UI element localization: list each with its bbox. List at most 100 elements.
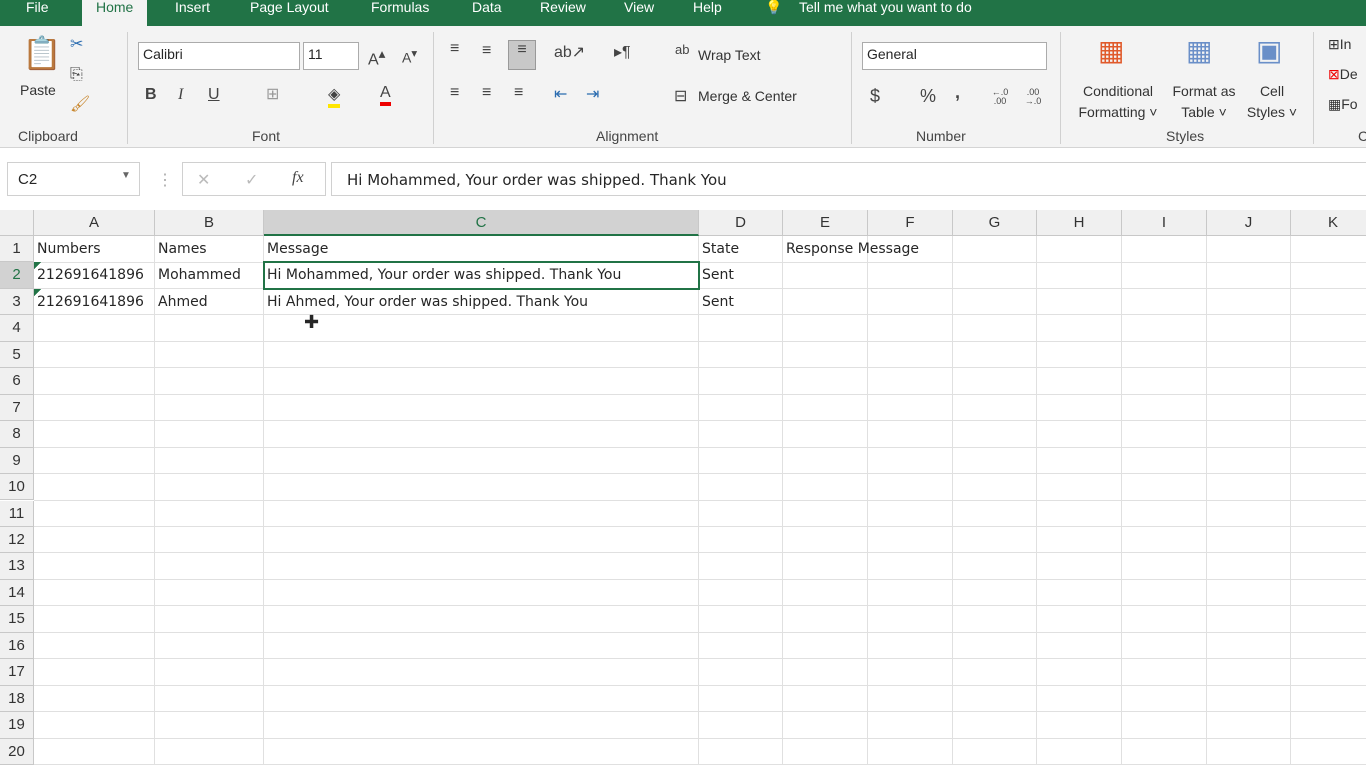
- insert-function-button[interactable]: fx: [292, 169, 304, 187]
- cell-C8[interactable]: [264, 421, 699, 448]
- cell-E10[interactable]: [783, 474, 868, 501]
- cell-C13[interactable]: [264, 553, 699, 580]
- cell-K2[interactable]: [1291, 262, 1366, 289]
- cell-J4[interactable]: [1207, 315, 1291, 342]
- cell-D16[interactable]: [699, 632, 783, 660]
- cell-K6[interactable]: [1291, 368, 1366, 395]
- tab-insert[interactable]: Insert: [175, 0, 210, 26]
- cell-K10[interactable]: [1291, 474, 1366, 501]
- cell-H8[interactable]: [1037, 421, 1122, 448]
- cell-I20[interactable]: [1122, 738, 1207, 766]
- cell-F11[interactable]: [868, 500, 953, 527]
- row-header-15[interactable]: 15: [0, 606, 34, 633]
- cell-B7[interactable]: [155, 394, 264, 422]
- tab-page-layout[interactable]: Page Layout: [250, 0, 329, 26]
- align-left-icon[interactable]: ≡: [450, 84, 459, 102]
- cell-D18[interactable]: [699, 685, 783, 713]
- cell-J3[interactable]: [1207, 288, 1291, 316]
- cell-I11[interactable]: [1122, 500, 1207, 527]
- row-header-20[interactable]: 20: [0, 738, 34, 765]
- cell-G12[interactable]: [953, 526, 1037, 554]
- cell-A20[interactable]: [34, 738, 155, 766]
- decrease-indent-icon[interactable]: ⇤: [554, 84, 567, 104]
- cell-E3[interactable]: [783, 288, 868, 316]
- cell-D2[interactable]: Sent: [699, 262, 783, 289]
- cell-A12[interactable]: [34, 526, 155, 554]
- merge-center-button[interactable]: Merge & Center: [698, 88, 797, 104]
- cell-K20[interactable]: [1291, 739, 1366, 766]
- cell-G20[interactable]: [953, 738, 1037, 766]
- cell-I6[interactable]: [1122, 368, 1207, 395]
- cell-B9[interactable]: [155, 447, 264, 475]
- bold-button[interactable]: B: [145, 86, 157, 104]
- cell-A2[interactable]: 212691641896: [34, 262, 155, 289]
- cell-E4[interactable]: [783, 315, 868, 342]
- cell-A11[interactable]: [34, 500, 155, 527]
- cell-I13[interactable]: [1122, 553, 1207, 580]
- cell-B8[interactable]: [155, 421, 264, 448]
- cell-K17[interactable]: [1291, 659, 1366, 686]
- cell-J15[interactable]: [1207, 606, 1291, 633]
- percent-button[interactable]: %: [920, 86, 936, 107]
- tab-review[interactable]: Review: [540, 0, 586, 26]
- cell-J6[interactable]: [1207, 368, 1291, 395]
- align-center-icon[interactable]: ≡: [482, 84, 491, 102]
- cell-H11[interactable]: [1037, 500, 1122, 527]
- enter-icon[interactable]: ✓: [245, 170, 258, 190]
- cell-C3[interactable]: Hi Ahmed, Your order was shipped. Thank …: [264, 288, 699, 316]
- cell-E8[interactable]: [783, 421, 868, 448]
- orientation-icon[interactable]: ab↗: [554, 42, 585, 62]
- cell-A4[interactable]: [34, 315, 155, 342]
- cell-G6[interactable]: [953, 368, 1037, 395]
- cell-H18[interactable]: [1037, 685, 1122, 713]
- cell-D11[interactable]: [699, 500, 783, 527]
- cell-J7[interactable]: [1207, 394, 1291, 422]
- cell-B12[interactable]: [155, 526, 264, 554]
- column-header-G[interactable]: G: [953, 210, 1037, 236]
- cell-F4[interactable]: [868, 315, 953, 342]
- increase-decimal-button[interactable]: ←.0 .00: [988, 88, 1012, 106]
- column-header-H[interactable]: H: [1037, 210, 1122, 236]
- cell-K7[interactable]: [1291, 395, 1366, 422]
- cell-J2[interactable]: [1207, 262, 1291, 289]
- insert-cells-button[interactable]: ⊞In: [1328, 36, 1351, 53]
- formula-input[interactable]: Hi Mohammed, Your order was shipped. Tha…: [331, 162, 1366, 196]
- cell-A9[interactable]: [34, 447, 155, 475]
- cell-I3[interactable]: [1122, 288, 1207, 316]
- increase-font-icon[interactable]: A▴: [368, 46, 385, 69]
- cell-E6[interactable]: [783, 368, 868, 395]
- chevron-down-icon[interactable]: ▼: [121, 170, 131, 181]
- cell-J18[interactable]: [1207, 685, 1291, 713]
- cell-G1[interactable]: [953, 236, 1037, 263]
- cell-B20[interactable]: [155, 738, 264, 766]
- cut-icon[interactable]: ✂: [70, 34, 83, 54]
- row-header-2[interactable]: 2: [0, 262, 34, 289]
- cell-E18[interactable]: [783, 685, 868, 713]
- cell-J19[interactable]: [1207, 712, 1291, 739]
- row-header-14[interactable]: 14: [0, 579, 34, 607]
- currency-button[interactable]: $: [870, 86, 880, 107]
- cell-I10[interactable]: [1122, 474, 1207, 501]
- cell-C20[interactable]: [264, 738, 699, 766]
- cell-A19[interactable]: [34, 712, 155, 739]
- cell-D9[interactable]: [699, 447, 783, 475]
- row-header-7[interactable]: 7: [0, 394, 34, 422]
- cell-F1[interactable]: [868, 236, 953, 263]
- column-header-B[interactable]: B: [155, 210, 264, 236]
- cell-F14[interactable]: [868, 579, 953, 607]
- cell-G4[interactable]: [953, 315, 1037, 342]
- cell-E5[interactable]: [783, 341, 868, 369]
- delete-cells-button[interactable]: ⊠De: [1328, 66, 1358, 83]
- align-right-icon[interactable]: ≡: [514, 84, 523, 102]
- cell-K12[interactable]: [1291, 527, 1366, 554]
- cell-C9[interactable]: [264, 447, 699, 475]
- cell-H5[interactable]: [1037, 341, 1122, 369]
- cell-B5[interactable]: [155, 341, 264, 369]
- cell-G5[interactable]: [953, 341, 1037, 369]
- cell-I4[interactable]: [1122, 315, 1207, 342]
- cell-F12[interactable]: [868, 526, 953, 554]
- cell-C19[interactable]: [264, 712, 699, 739]
- cell-G9[interactable]: [953, 447, 1037, 475]
- cell-F15[interactable]: [868, 606, 953, 633]
- cell-F8[interactable]: [868, 421, 953, 448]
